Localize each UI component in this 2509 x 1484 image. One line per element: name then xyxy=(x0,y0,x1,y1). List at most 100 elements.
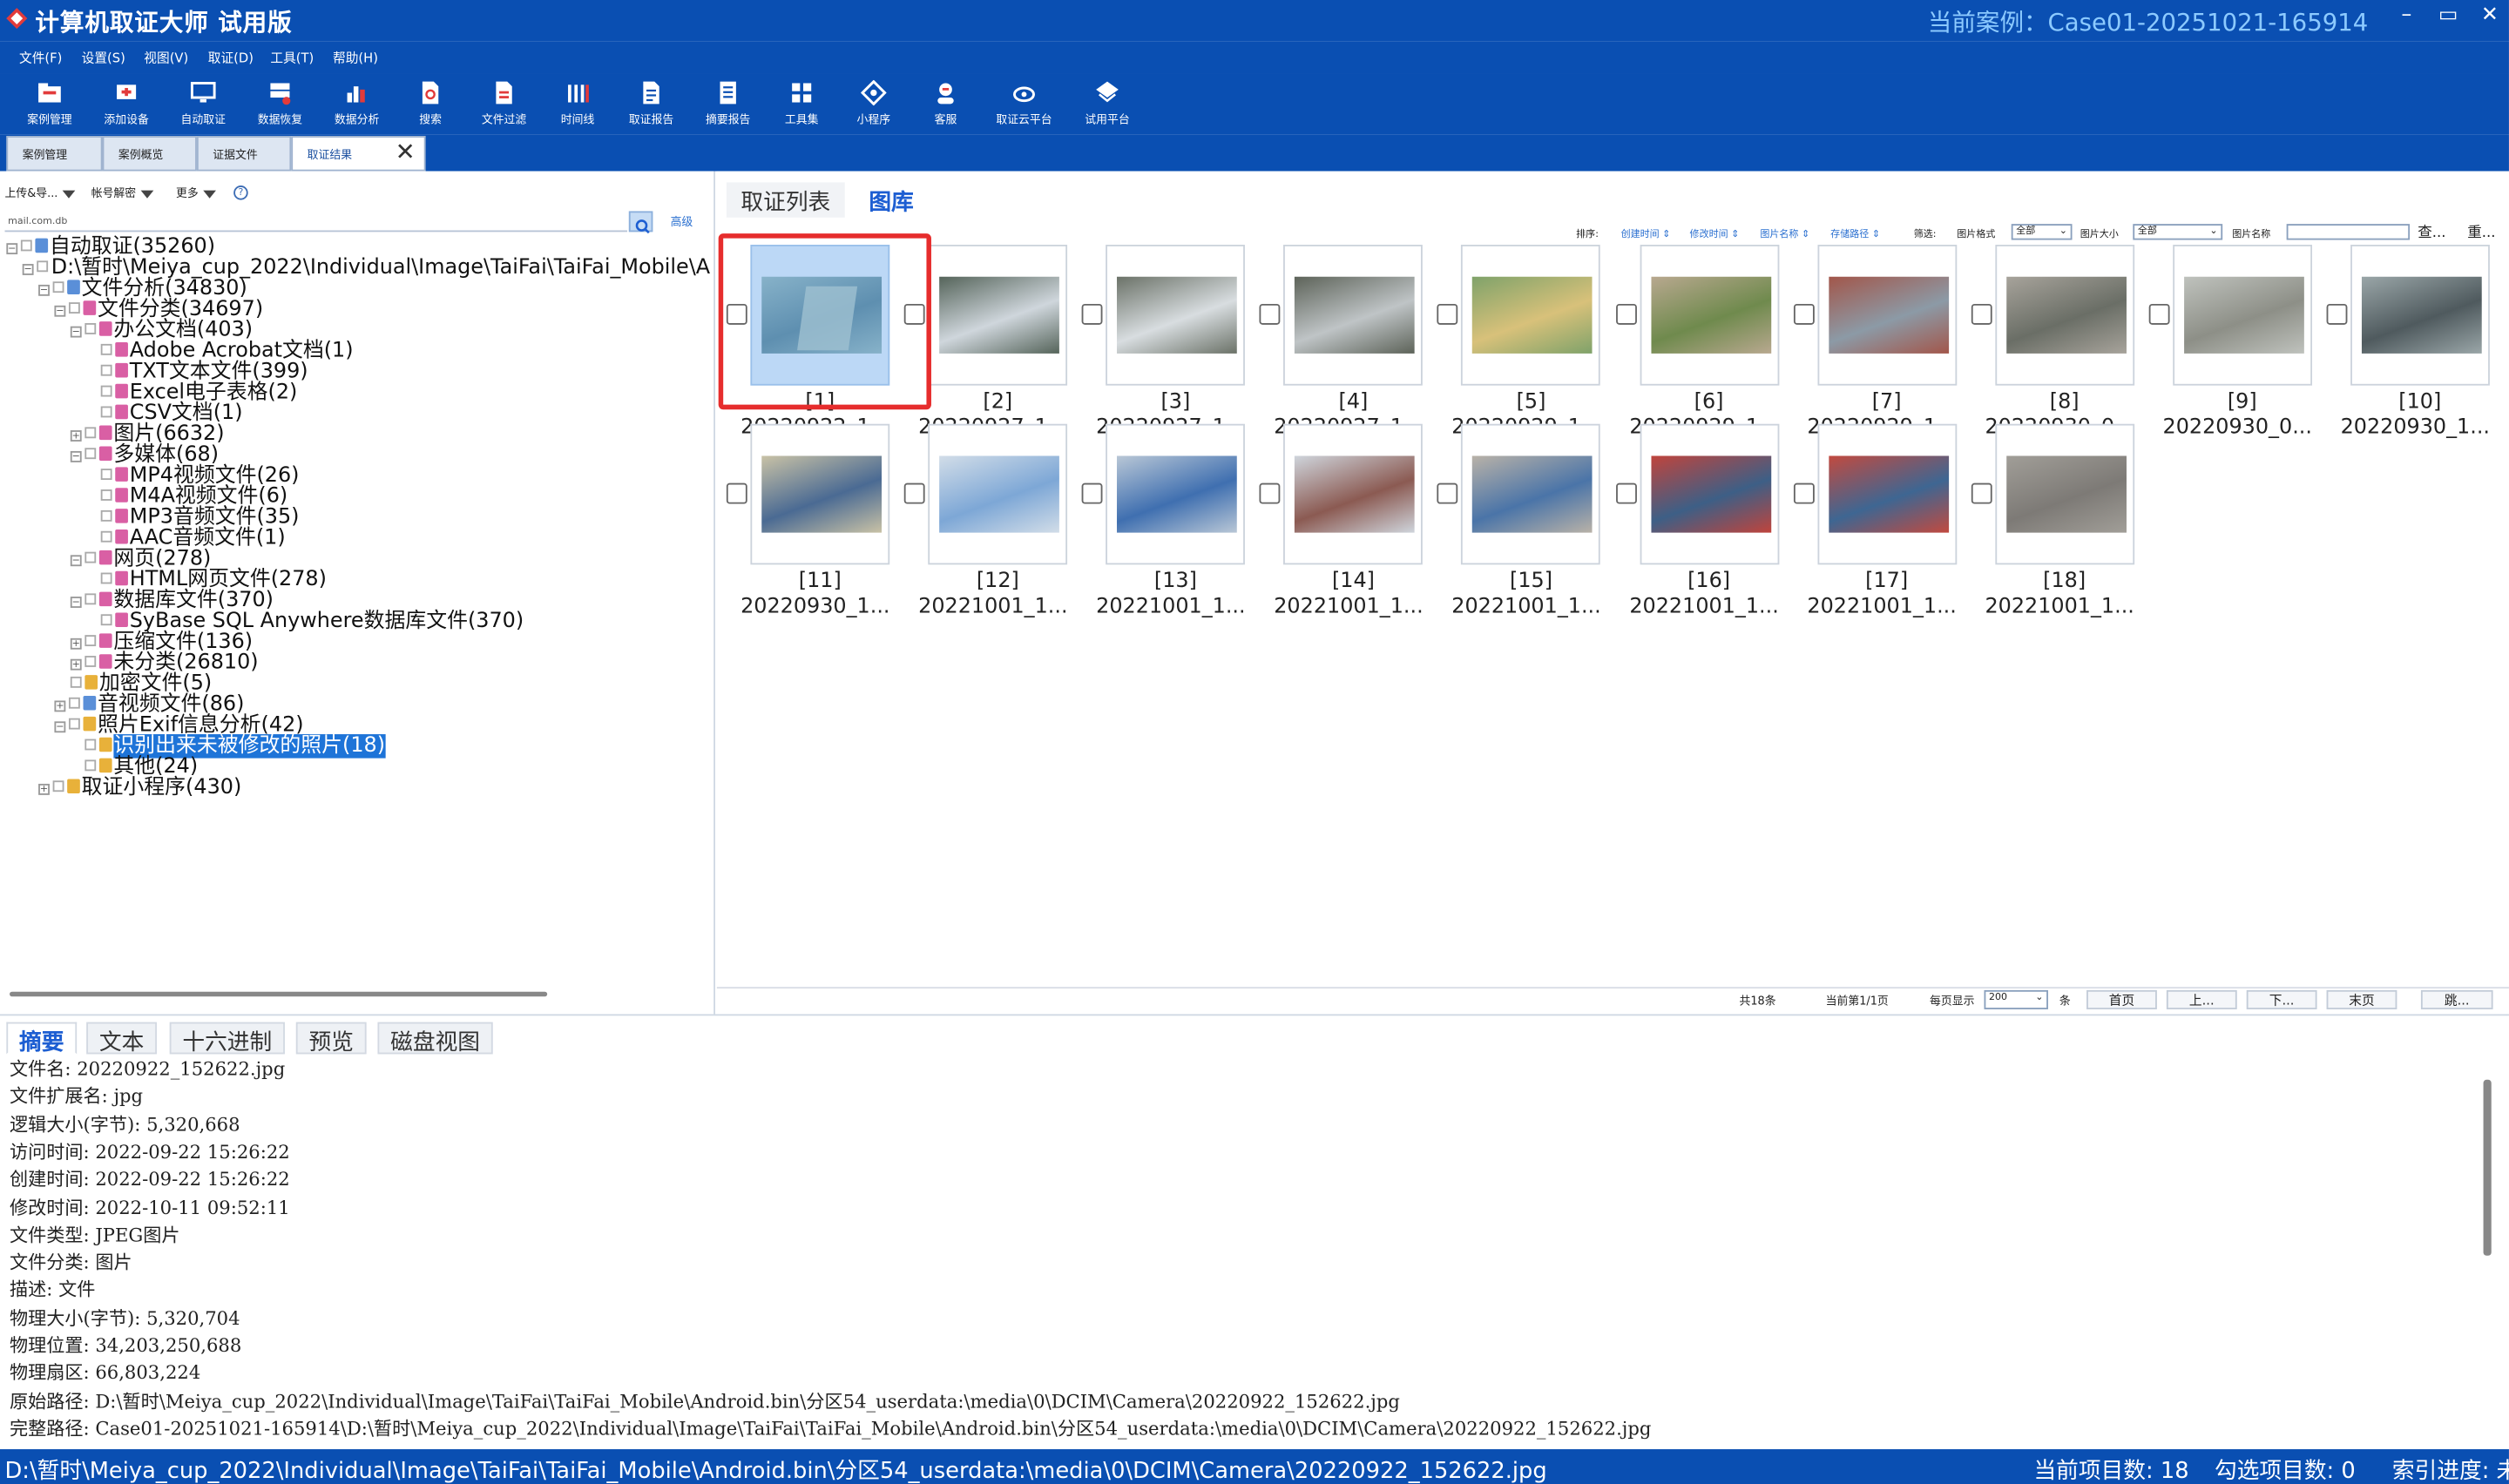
tree-checkbox[interactable] xyxy=(85,759,97,772)
thumbnail-frame[interactable] xyxy=(2350,245,2490,386)
gallery-item-checkbox[interactable] xyxy=(1260,482,1281,504)
tab-hex[interactable]: 十六进制 xyxy=(169,1022,285,1056)
help-icon[interactable]: ? xyxy=(233,186,248,200)
gallery-item-checkbox[interactable] xyxy=(1081,482,1103,504)
expand-icon[interactable]: + xyxy=(70,637,82,650)
tree-node[interactable]: TXT文本文件(399) xyxy=(100,361,308,382)
tree-checkbox[interactable] xyxy=(85,323,97,334)
tree-node[interactable]: CSV文档(1) xyxy=(100,403,243,424)
tree-node[interactable]: Excel电子表格(2) xyxy=(100,382,297,403)
per-page-select[interactable]: 200 ⌄ xyxy=(1984,989,2048,1009)
tree-checkbox[interactable] xyxy=(85,635,97,647)
sort-create-time[interactable]: 创建时间 ⇕ xyxy=(1621,226,1671,240)
tree-checkbox[interactable] xyxy=(68,302,80,314)
expand-icon[interactable]: + xyxy=(54,700,66,712)
tree-checkbox[interactable] xyxy=(85,427,97,439)
collapse-icon[interactable]: − xyxy=(70,597,82,608)
detail-vertical-scrollbar[interactable] xyxy=(2483,1079,2492,1256)
tab-case-overview[interactable]: 案例概览 xyxy=(102,136,197,172)
gallery-item[interactable]: [5]20220929_1... xyxy=(1428,240,1606,440)
expand-icon[interactable]: + xyxy=(70,658,82,671)
tree-node[interactable]: + 未分类(26810) xyxy=(70,652,259,673)
tree-checkbox[interactable] xyxy=(100,572,112,584)
toolbar-data-recovery[interactable]: 数据恢复 xyxy=(240,80,321,128)
tab-evidence-list[interactable]: 取证列表 xyxy=(726,182,845,218)
gallery-item[interactable]: [11] 20220930_1... xyxy=(717,419,895,619)
tree-node-selected[interactable]: 识别出来未被修改的照片(18) xyxy=(85,734,386,759)
tree-checkbox[interactable] xyxy=(52,281,64,293)
gallery-item-checkbox[interactable] xyxy=(1793,303,1815,325)
thumbnail-frame[interactable] xyxy=(1994,423,2134,565)
menu-tools[interactable]: 工具(T) xyxy=(270,50,314,67)
gallery-item-checkbox[interactable] xyxy=(903,482,925,504)
tree-node[interactable]: + 音视频文件(86) xyxy=(54,694,244,715)
tab-summary[interactable]: 摘要 xyxy=(6,1022,78,1056)
prev-page-button[interactable]: 上... xyxy=(2166,989,2237,1009)
tree-node[interactable]: Adobe Acrobat文档(1) xyxy=(100,341,354,361)
tree-checkbox[interactable] xyxy=(100,364,112,376)
close-window-button[interactable]: ✕ xyxy=(2474,3,2506,28)
thumbnail-frame[interactable] xyxy=(1816,245,1957,386)
thumbnail-frame[interactable] xyxy=(1994,245,2134,386)
tab-text[interactable]: 文本 xyxy=(86,1022,157,1056)
tree-checkbox[interactable] xyxy=(85,656,97,667)
menu-forensics[interactable]: 取证(D) xyxy=(208,50,254,67)
tree-checkbox[interactable] xyxy=(20,239,32,252)
tab-evidence-files[interactable]: 证据文件 xyxy=(196,136,292,172)
image-size-select[interactable]: 全部 ⌄ xyxy=(2133,224,2223,240)
tree-checkbox[interactable] xyxy=(100,509,112,522)
toolbar-tool-set[interactable]: 工具集 xyxy=(761,80,842,128)
sort-modify-time[interactable]: 修改时间 ⇕ xyxy=(1690,226,1740,240)
tree-node[interactable]: − 办公文档(403) xyxy=(70,320,253,341)
gallery-item[interactable]: [12] 20221001_1... xyxy=(895,419,1072,619)
gallery-item-checkbox[interactable] xyxy=(2326,303,2348,325)
tree-node[interactable]: 其他(24) xyxy=(85,757,198,778)
tree-checkbox[interactable] xyxy=(85,739,97,751)
tree-node[interactable]: MP4视频文件(26) xyxy=(100,465,299,486)
tree-node[interactable]: − D:\暂时\Meiya_cup_2022\Individual\Image\T… xyxy=(22,258,710,279)
next-page-button[interactable]: 下... xyxy=(2246,989,2317,1009)
collapse-icon[interactable]: − xyxy=(70,326,82,338)
toolbar-add-device[interactable]: 添加设备 xyxy=(86,80,166,128)
thumbnail-frame[interactable] xyxy=(1639,245,1779,386)
tree-node[interactable]: − 网页(278) xyxy=(70,549,212,570)
tree-checkbox[interactable] xyxy=(85,448,97,460)
first-page-button[interactable]: 首页 xyxy=(2086,989,2157,1009)
tree-checkbox[interactable] xyxy=(68,718,80,730)
query-button[interactable]: 查... xyxy=(2418,220,2445,241)
menu-help[interactable]: 帮助(H) xyxy=(333,50,378,67)
gallery-item[interactable]: [14] 20221001_1... xyxy=(1250,419,1428,619)
maximize-button[interactable]: ▭ xyxy=(2432,3,2465,28)
thumbnail-frame[interactable] xyxy=(1639,423,1779,565)
thumbnail-frame[interactable] xyxy=(1461,423,1601,565)
thumbnail-frame[interactable] xyxy=(2172,245,2312,386)
tab-disk-view[interactable]: 磁盘视图 xyxy=(377,1022,493,1056)
jump-page-button[interactable]: 跳... xyxy=(2420,989,2493,1009)
tree-node[interactable]: − 自动取证(35260) xyxy=(6,237,215,258)
tree-checkbox[interactable] xyxy=(100,343,112,355)
gallery-item-checkbox[interactable] xyxy=(1081,303,1103,325)
tree-checkbox[interactable] xyxy=(70,676,82,688)
toolbar-forensic-report[interactable]: 取证报告 xyxy=(612,80,692,128)
minimize-button[interactable]: – xyxy=(2391,3,2423,28)
toolbar-data-analysis[interactable]: 数据分析 xyxy=(317,80,397,128)
thumbnail-frame[interactable] xyxy=(1816,423,1957,565)
collapse-icon[interactable]: − xyxy=(54,305,66,317)
collapse-icon[interactable]: − xyxy=(38,284,50,296)
thumbnail-frame[interactable] xyxy=(1283,245,1424,386)
menu-view[interactable]: 视图(V) xyxy=(144,50,188,67)
sort-image-name[interactable]: 图片名称 ⇕ xyxy=(1760,226,1809,240)
toolbar-customer-service[interactable]: 客服 xyxy=(906,80,986,128)
gallery-item-checkbox[interactable] xyxy=(1793,482,1815,504)
gallery-item-checkbox[interactable] xyxy=(1437,482,1458,504)
menu-settings[interactable]: 设置(S) xyxy=(82,50,125,67)
toolbar-mini-program[interactable]: 小程序 xyxy=(834,79,914,128)
tab-gallery[interactable]: 图库 xyxy=(854,182,929,218)
tree-checkbox[interactable] xyxy=(85,551,97,563)
toolbar-cloud-platform[interactable]: 取证云平台 xyxy=(984,80,1065,128)
gallery-item[interactable]: [7]20220929_1... xyxy=(1783,240,1961,440)
thumbnail-frame[interactable] xyxy=(750,423,890,565)
gallery-item[interactable]: [15] 20221001_1... xyxy=(1428,419,1606,619)
toolbar-case-management[interactable]: 案例管理 xyxy=(10,80,90,128)
thumbnail-frame[interactable] xyxy=(1106,423,1246,565)
